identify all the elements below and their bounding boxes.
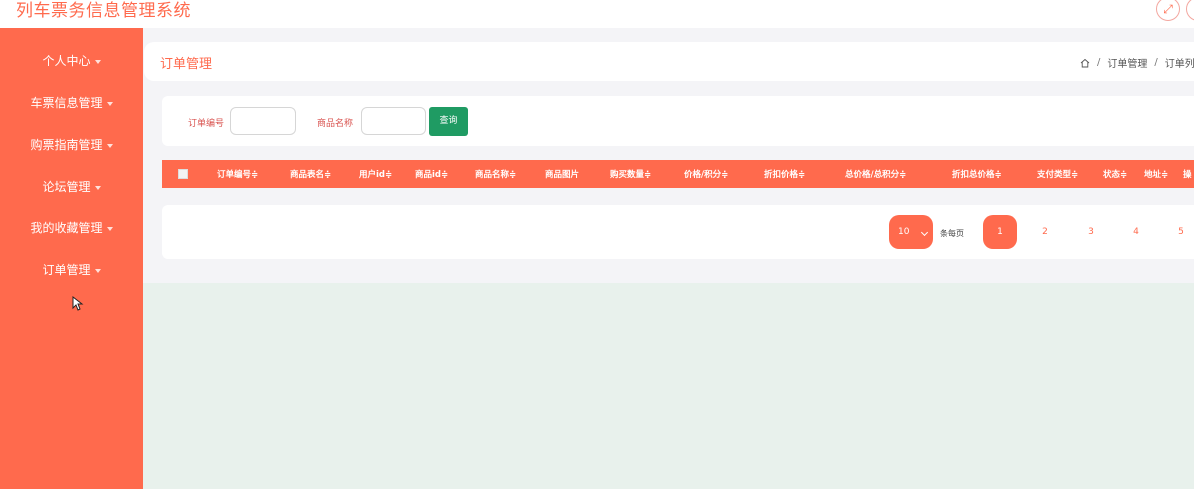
sidebar-item-ticket-info[interactable]: 车票信息管理 [0, 90, 143, 116]
sidebar-item-label: 车票信息管理 [30, 96, 103, 110]
breadcrumb-item[interactable]: 订单管理 [1107, 55, 1147, 70]
column-header-product-name[interactable]: 商品名称≑ [475, 168, 516, 180]
column-header-discount-total[interactable]: 折扣总价格≑ [952, 168, 1002, 180]
product-name-label: 商品名称 [317, 119, 354, 129]
table-header: 订单编号≑ 商品表名≑ 用户id≑ 商品id≑ 商品名称≑ 商品图片 购买数量≑… [162, 160, 1194, 188]
chevron-down-icon [106, 143, 113, 148]
chevron-down-icon [94, 268, 101, 273]
column-header-order-no[interactable]: 订单编号≑ [217, 168, 258, 180]
sidebar-item-label: 订单管理 [42, 263, 91, 277]
column-header-address[interactable]: 地址≑ [1144, 168, 1168, 180]
home-icon[interactable] [1080, 58, 1090, 68]
breadcrumb-item: 订单列表 [1164, 59, 1194, 70]
sidebar-item-orders[interactable]: 订单管理 [0, 257, 143, 283]
fullscreen-icon[interactable]: ⤢ [1156, 0, 1180, 21]
top-bar: 列车票务信息管理系统 ⤢ ✕ [0, 0, 1194, 28]
page-button-2[interactable]: 2 [1028, 215, 1062, 249]
sidebar-item-label: 购票指南管理 [30, 138, 103, 152]
chevron-down-icon [106, 101, 113, 106]
column-header-payment-type[interactable]: 支付类型≑ [1037, 168, 1078, 180]
order-no-label: 订单编号 [188, 119, 225, 129]
chevron-down-icon [106, 226, 113, 231]
column-header-discount-price[interactable]: 折扣价格≑ [764, 168, 805, 180]
breadcrumb: / 订单管理 / 订单列表 [1080, 55, 1194, 70]
column-header-user-id[interactable]: 用户id≑ [359, 168, 392, 180]
sidebar-item-favorites[interactable]: 我的收藏管理 [0, 215, 143, 241]
page-button-4[interactable]: 4 [1119, 215, 1153, 249]
column-header-product-table[interactable]: 商品表名≑ [290, 168, 331, 180]
column-header-quantity[interactable]: 购买数量≑ [610, 168, 651, 180]
chevron-down-icon [94, 59, 101, 64]
chevron-down-icon [920, 228, 929, 237]
app-title: 列车票务信息管理系统 [16, 1, 191, 21]
select-all-checkbox[interactable] [178, 169, 188, 179]
page-button-5[interactable]: 5 [1164, 215, 1194, 249]
page-header: 订单管理 / 订单管理 / 订单列表 [144, 42, 1194, 81]
column-header-product-image: 商品图片 [545, 170, 580, 180]
column-header-price[interactable]: 价格/积分≑ [684, 168, 728, 180]
search-form: 订单编号 商品名称 查询 [162, 96, 1194, 146]
sidebar-item-label: 个人中心 [42, 54, 91, 68]
close-icon[interactable]: ✕ [1186, 0, 1194, 21]
per-page-label: 条每页 [940, 229, 964, 238]
mouse-cursor-icon [72, 296, 84, 311]
sidebar-item-forum[interactable]: 论坛管理 [0, 174, 143, 200]
column-header-status[interactable]: 状态≑ [1103, 168, 1127, 180]
sidebar: 个人中心 车票信息管理 购票指南管理 论坛管理 我的收藏管理 订单管理 [0, 28, 143, 489]
sidebar-item-label: 我的收藏管理 [30, 221, 103, 235]
order-no-input[interactable] [230, 107, 296, 135]
page-button-1[interactable]: 1 [983, 215, 1017, 249]
sidebar-item-personal-center[interactable]: 个人中心 [0, 48, 143, 74]
column-header-product-id[interactable]: 商品id≑ [415, 168, 448, 180]
query-button[interactable]: 查询 [429, 107, 468, 136]
pagination: 10 条每页 1 2 3 4 5 [162, 205, 1194, 259]
sidebar-item-label: 论坛管理 [42, 180, 91, 194]
chevron-down-icon [94, 185, 101, 190]
page-size-select[interactable]: 10 [889, 215, 933, 249]
sidebar-item-purchase-guide[interactable]: 购票指南管理 [0, 132, 143, 158]
column-header-actions: 操 [1183, 170, 1192, 180]
product-name-input[interactable] [361, 107, 426, 135]
page-title: 订单管理 [160, 57, 213, 72]
page-size-value: 10 [898, 227, 910, 237]
column-header-total-price[interactable]: 总价格/总积分≑ [845, 168, 906, 180]
page-button-3[interactable]: 3 [1074, 215, 1108, 249]
